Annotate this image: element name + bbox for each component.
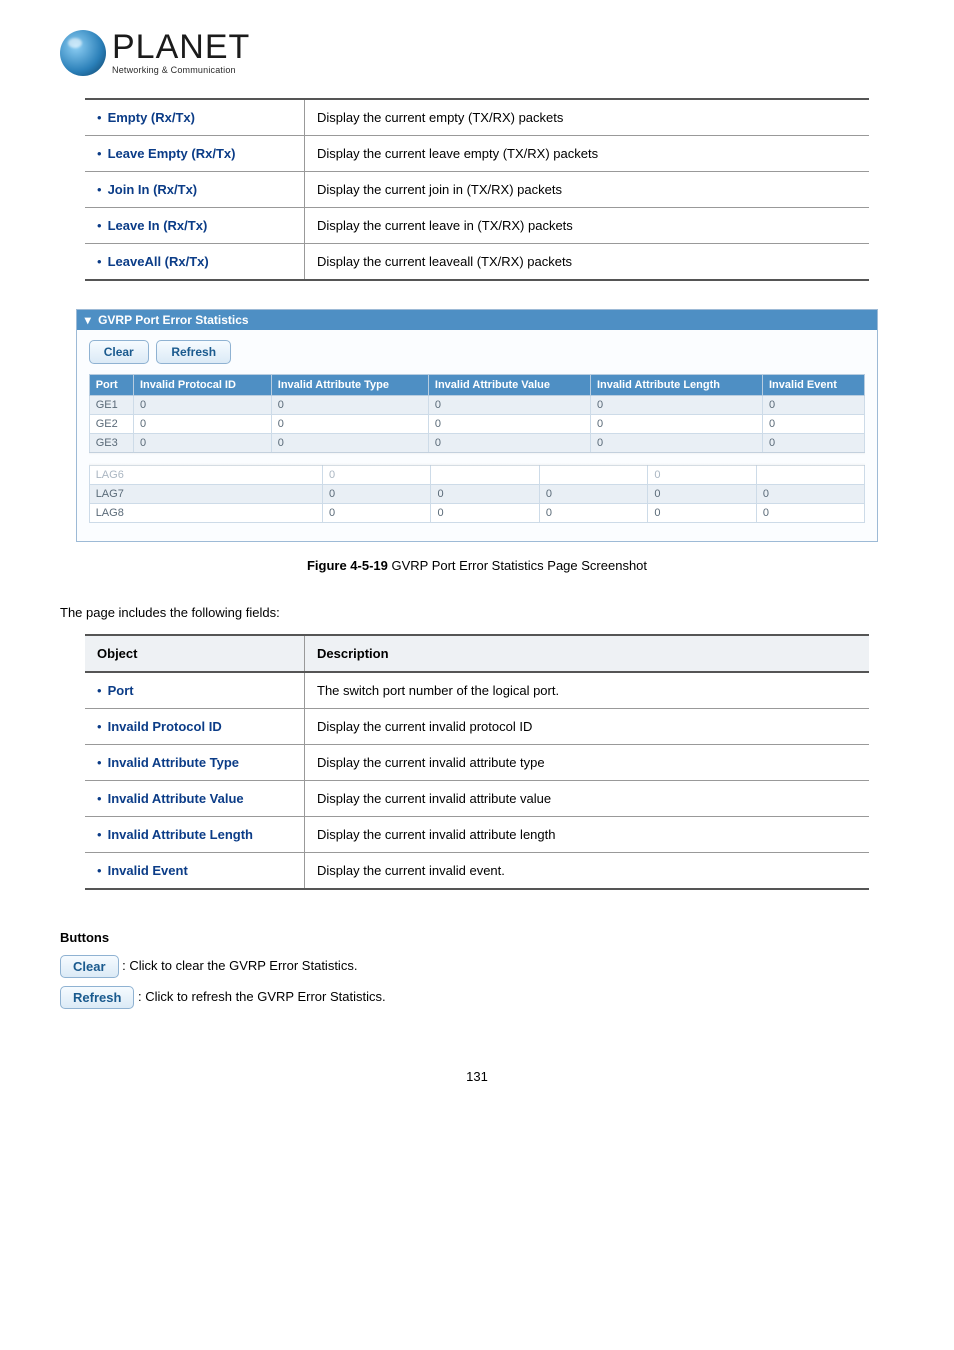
col-header: Invalid Attribute Length	[590, 375, 762, 396]
rx-tx-description-table: •Empty (Rx/Tx)Display the current empty …	[85, 98, 869, 281]
table-cell: 0	[323, 485, 431, 504]
table-cell: LAG8	[89, 504, 322, 523]
table-cell: 0	[590, 396, 762, 415]
clear-button-description: Clear : Click to clear the GVRP Error St…	[60, 955, 894, 978]
fields-description-table: Object Description •PortThe switch port …	[85, 634, 869, 890]
table-row-object: •Join In (Rx/Tx)	[85, 172, 305, 208]
table-cell	[539, 466, 647, 485]
table-row-object: •Invalid Attribute Type	[85, 745, 305, 781]
error-stats-table-top: PortInvalid Protocal IDInvalid Attribute…	[89, 374, 866, 453]
panel-title: ▾ GVRP Port Error Statistics	[77, 310, 878, 330]
col-object: Object	[85, 635, 305, 672]
brand-logo: PLANET Networking & Communication	[60, 30, 894, 76]
table-row-desc: Display the current join in (TX/RX) pack…	[305, 172, 869, 208]
clear-button[interactable]: Clear	[89, 340, 149, 364]
refresh-button-text: : Click to refresh the GVRP Error Statis…	[138, 989, 386, 1004]
error-stats-table-bottom: LAG600LAG700000LAG800000	[89, 465, 866, 523]
table-row-object: •Leave Empty (Rx/Tx)	[85, 136, 305, 172]
table-cell: 0	[756, 485, 865, 504]
table-cell	[756, 466, 865, 485]
table-cell: 0	[323, 504, 431, 523]
table-row: LAG700000	[89, 485, 865, 504]
panel-title-text: GVRP Port Error Statistics	[98, 313, 249, 327]
refresh-button[interactable]: Refresh	[156, 340, 231, 364]
table-cell: 0	[763, 434, 865, 453]
table-cell: 0	[648, 466, 756, 485]
table-cell: LAG7	[89, 485, 322, 504]
col-header: Invalid Event	[763, 375, 865, 396]
table-cell: 0	[133, 434, 271, 453]
table-cell: 0	[133, 396, 271, 415]
page-number: 131	[60, 1069, 894, 1084]
table-row-object: •Invaild Protocol ID	[85, 709, 305, 745]
col-header: Invalid Protocal ID	[133, 375, 271, 396]
table-row-desc: Display the current invalid attribute va…	[305, 781, 869, 817]
refresh-button-inline[interactable]: Refresh	[60, 986, 134, 1009]
table-row: LAG600	[89, 466, 865, 485]
table-cell: 0	[648, 504, 756, 523]
table-cell: 0	[763, 415, 865, 434]
table-cell: 0	[539, 504, 647, 523]
col-header: Invalid Attribute Type	[271, 375, 428, 396]
table-cell: 0	[271, 434, 428, 453]
table-row-object: •Invalid Event	[85, 853, 305, 890]
clear-button-inline[interactable]: Clear	[60, 955, 119, 978]
table-row-object: •LeaveAll (Rx/Tx)	[85, 244, 305, 281]
table-row: GE200000	[89, 415, 865, 434]
table-cell: 0	[428, 415, 590, 434]
table-cell: 0	[590, 415, 762, 434]
table-cell: 0	[428, 396, 590, 415]
table-cell: 0	[539, 485, 647, 504]
fields-intro: The page includes the following fields:	[60, 605, 894, 620]
table-cell: 0	[133, 415, 271, 434]
table-row-object: •Empty (Rx/Tx)	[85, 99, 305, 136]
table-cell: 0	[648, 485, 756, 504]
col-header: Port	[89, 375, 133, 396]
table-cell: 0	[431, 485, 539, 504]
table-row: GE100000	[89, 396, 865, 415]
table-row-desc: Display the current empty (TX/RX) packet…	[305, 99, 869, 136]
table-cell: GE3	[89, 434, 133, 453]
table-cell: 0	[431, 504, 539, 523]
refresh-button-description: Refresh : Click to refresh the GVRP Erro…	[60, 986, 894, 1009]
table-row-object: •Leave In (Rx/Tx)	[85, 208, 305, 244]
buttons-heading: Buttons	[60, 930, 894, 945]
table-row-object: •Port	[85, 672, 305, 709]
caret-down-icon: ▾	[85, 313, 91, 327]
brand-tagline: Networking & Communication	[112, 65, 250, 75]
table-cell: LAG6	[89, 466, 322, 485]
table-row-desc: Display the current leave in (TX/RX) pac…	[305, 208, 869, 244]
table-row-desc: Display the current leaveall (TX/RX) pac…	[305, 244, 869, 281]
table-cell: 0	[323, 466, 431, 485]
table-cell: 0	[271, 415, 428, 434]
table-cell: 0	[590, 434, 762, 453]
col-header: Invalid Attribute Value	[428, 375, 590, 396]
table-row-desc: The switch port number of the logical po…	[305, 672, 869, 709]
table-row-desc: Display the current invalid event.	[305, 853, 869, 890]
table-cell: 0	[428, 434, 590, 453]
table-row-desc: Display the current invalid protocol ID	[305, 709, 869, 745]
gvrp-error-screenshot: ▾ GVRP Port Error Statistics Clear Refre…	[76, 309, 879, 542]
table-row-desc: Display the current invalid attribute le…	[305, 817, 869, 853]
table-row-object: •Invalid Attribute Value	[85, 781, 305, 817]
clear-button-text: : Click to clear the GVRP Error Statisti…	[122, 958, 357, 973]
brand-name: PLANET	[112, 31, 250, 63]
table-cell: 0	[271, 396, 428, 415]
table-row-desc: Display the current leave empty (TX/RX) …	[305, 136, 869, 172]
table-cell	[431, 466, 539, 485]
table-row-desc: Display the current invalid attribute ty…	[305, 745, 869, 781]
table-row: LAG800000	[89, 504, 865, 523]
figure-text: GVRP Port Error Statistics Page Screensh…	[388, 558, 647, 573]
figure-number: Figure 4-5-19	[307, 558, 388, 573]
table-row-object: •Invalid Attribute Length	[85, 817, 305, 853]
table-cell: 0	[756, 504, 865, 523]
table-cell: GE2	[89, 415, 133, 434]
table-split-gap	[89, 452, 866, 466]
planet-orb-icon	[60, 30, 106, 76]
figure-caption: Figure 4-5-19 GVRP Port Error Statistics…	[60, 558, 894, 573]
table-cell: 0	[763, 396, 865, 415]
col-description: Description	[305, 635, 869, 672]
table-row: GE300000	[89, 434, 865, 453]
table-cell: GE1	[89, 396, 133, 415]
